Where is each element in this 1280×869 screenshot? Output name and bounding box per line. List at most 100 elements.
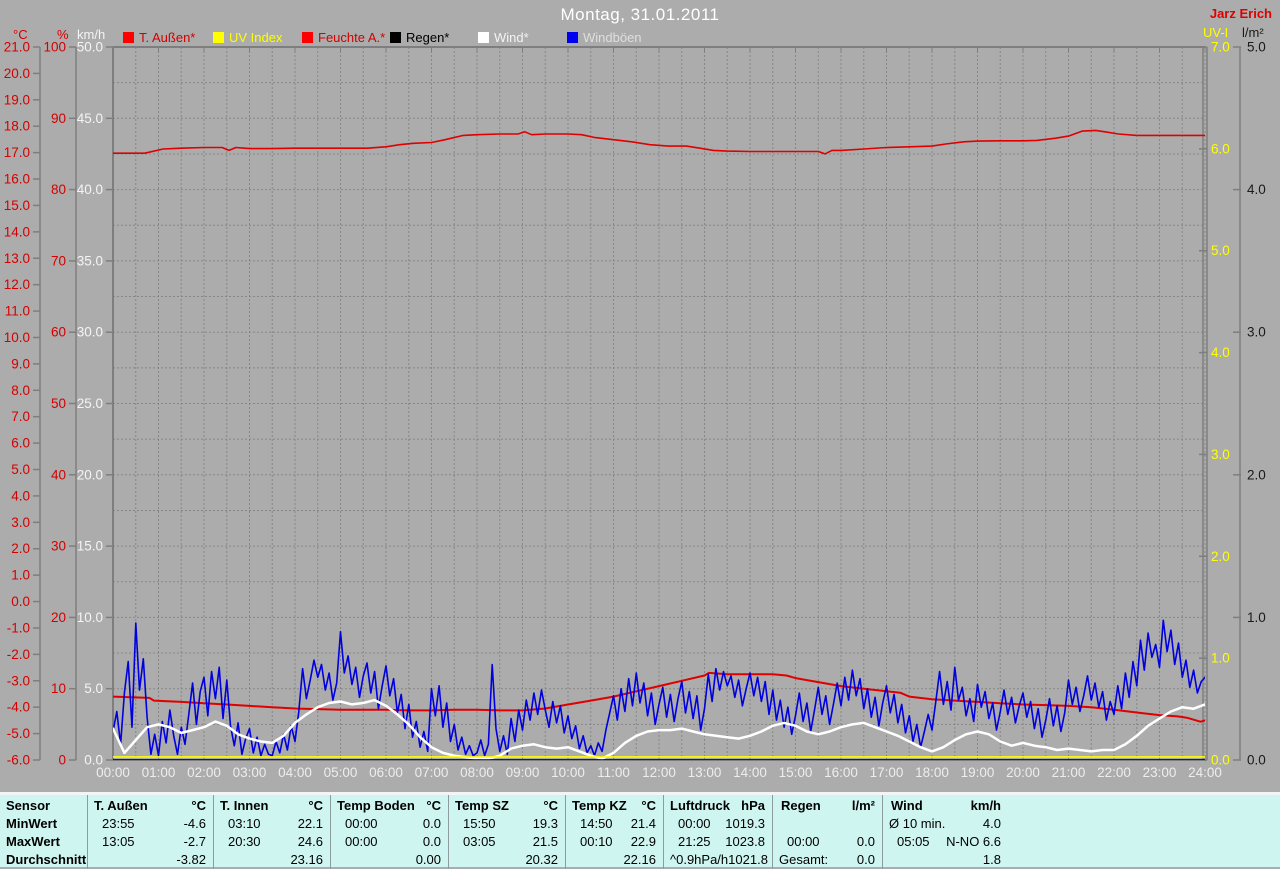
sensor-unit: °C [641, 797, 664, 815]
sensor-name: Temp Boden [331, 797, 415, 815]
svg-text:20: 20 [51, 610, 66, 625]
svg-text:01:00: 01:00 [142, 765, 176, 780]
svg-text:18.0: 18.0 [4, 119, 30, 134]
svg-text:03:00: 03:00 [233, 765, 267, 780]
stats-row-labels: SensorMinWertMaxWertDurchschnitt [0, 795, 87, 869]
avg-value: 0.00 [331, 851, 449, 869]
svg-text:17:00: 17:00 [870, 765, 904, 780]
legend-label: Wind* [494, 30, 529, 45]
max-value: 21:251023.8 [664, 833, 773, 851]
svg-text:13:00: 13:00 [688, 765, 722, 780]
svg-text:11.0: 11.0 [5, 304, 30, 319]
row-label: Durchschnitt [0, 851, 87, 869]
user-name: Jarz Erich [1080, 6, 1272, 21]
legend-swatch [302, 32, 313, 43]
svg-text:6.0: 6.0 [1211, 141, 1230, 156]
svg-text:20:00: 20:00 [1006, 765, 1040, 780]
svg-text:1.0: 1.0 [1247, 610, 1266, 625]
svg-text:15.0: 15.0 [77, 539, 103, 554]
min-value: 00:001019.3 [664, 815, 773, 833]
legend-item-6: Windböen [567, 30, 642, 45]
svg-text:50: 50 [51, 396, 66, 411]
svg-text:5.0: 5.0 [11, 462, 30, 477]
time-cell: 15:50 [449, 815, 496, 833]
svg-text:-6.0: -6.0 [7, 753, 30, 768]
max-value: 03:0521.5 [449, 833, 566, 851]
svg-text:30.0: 30.0 [77, 325, 103, 340]
svg-text:8.0: 8.0 [11, 383, 30, 398]
svg-text:1.0: 1.0 [1211, 651, 1230, 666]
legend-swatch [390, 32, 401, 43]
svg-text:15:00: 15:00 [779, 765, 813, 780]
svg-text:45.0: 45.0 [77, 111, 103, 126]
svg-text:2.0: 2.0 [1211, 549, 1230, 564]
legend-item-3: Feuchte A.* [302, 30, 385, 45]
max-value: 13:05-2.7 [88, 833, 214, 851]
value-cell: 22.9 [631, 833, 664, 851]
sensor-name: Wind [883, 797, 923, 815]
max-value: 00:1022.9 [566, 833, 664, 851]
value-cell: 22.16 [623, 851, 664, 869]
time-cell: 14:50 [566, 815, 613, 833]
legend-label: T. Außen* [139, 30, 195, 45]
svg-text:25.0: 25.0 [77, 396, 103, 411]
svg-text:90: 90 [51, 111, 66, 126]
stats-column-t-innen: T. Innen°C03:1022.120:3024.623.16 [213, 795, 331, 869]
legend-item-2: UV Index [213, 30, 282, 45]
max-value: 00:000.0 [773, 833, 883, 851]
column-header: T. Innen°C [214, 797, 331, 815]
svg-text:-2.0: -2.0 [7, 647, 30, 662]
time-cell: 00:00 [773, 833, 820, 851]
svg-text:35.0: 35.0 [77, 253, 103, 268]
value-cell: 1.8 [983, 851, 1009, 869]
svg-text:5.0: 5.0 [1211, 243, 1230, 258]
svg-text:02:00: 02:00 [187, 765, 221, 780]
svg-text:05:00: 05:00 [324, 765, 358, 780]
column-header: Regenl/m² [773, 797, 883, 815]
time-cell [566, 851, 580, 869]
legend-swatch [478, 32, 489, 43]
stats-column-t-außen: T. Außen°C23:55-4.613:05-2.7-3.82 [87, 795, 214, 869]
sensor-unit: °C [543, 797, 566, 815]
svg-text:18:00: 18:00 [915, 765, 949, 780]
svg-text:-1.0: -1.0 [7, 620, 30, 635]
legend-item-4: Regen* [390, 30, 449, 45]
legend-item-5: Wind* [478, 30, 529, 45]
time-cell: 23:55 [88, 815, 135, 833]
svg-text:12.0: 12.0 [4, 277, 30, 292]
svg-text:16:00: 16:00 [824, 765, 858, 780]
svg-text:9.0: 9.0 [11, 356, 30, 371]
time-cell [331, 851, 345, 869]
time-cell: 00:00 [331, 833, 378, 851]
value-cell: 4.0 [983, 815, 1009, 833]
max-value: 05:05N-NO 6.6 [883, 833, 1009, 851]
svg-text:40: 40 [51, 467, 66, 482]
stats-column-temp-sz: Temp SZ°C15:5019.303:0521.520.32 [448, 795, 566, 869]
svg-text:4.0: 4.0 [1247, 182, 1266, 197]
svg-text:19:00: 19:00 [961, 765, 995, 780]
svg-text:40.0: 40.0 [77, 182, 103, 197]
legend-label: UV Index [229, 30, 282, 45]
time-cell: ^0.9hPa/h [664, 851, 728, 869]
svg-text:00:00: 00:00 [96, 765, 130, 780]
svg-text:21:00: 21:00 [1052, 765, 1086, 780]
svg-text:6.0: 6.0 [11, 436, 30, 451]
svg-text:13.0: 13.0 [4, 251, 30, 266]
time-cell [883, 851, 897, 869]
time-cell: Ø 10 min. [883, 815, 945, 833]
sensor-unit: hPa [741, 797, 773, 815]
svg-text:0.0: 0.0 [11, 594, 30, 609]
avg-value: ^0.9hPa/h1021.8 [664, 851, 773, 869]
svg-text:3.0: 3.0 [11, 515, 30, 530]
svg-text:30: 30 [51, 539, 66, 554]
value-cell: 0.0 [423, 833, 449, 851]
value-cell: -3.82 [176, 851, 214, 869]
svg-text:1.0: 1.0 [11, 568, 30, 583]
sensor-unit: °C [426, 797, 449, 815]
avg-value: 1.8 [883, 851, 1009, 869]
column-header: Temp SZ°C [449, 797, 566, 815]
row-label: Sensor [0, 797, 87, 815]
column-header: Temp Boden °C [331, 797, 449, 815]
min-value: 14:5021.4 [566, 815, 664, 833]
time-cell: 20:30 [214, 833, 261, 851]
